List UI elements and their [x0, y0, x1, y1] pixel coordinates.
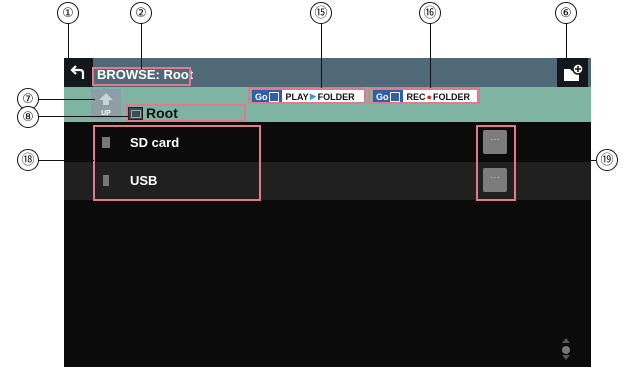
callout-15: ⑮: [310, 2, 332, 24]
play-folder-highlight: [248, 87, 366, 104]
leader-line: [68, 23, 69, 63]
callout-6: ⑥: [555, 2, 577, 24]
leader-line: [38, 160, 94, 161]
leader-line: [38, 99, 95, 100]
callout-18: ⑱: [17, 149, 39, 171]
leader-line: [38, 116, 128, 117]
breadcrumb-highlight: [126, 104, 246, 122]
leader-line: [516, 160, 596, 161]
new-folder-icon: [564, 63, 584, 81]
leader-line: [321, 24, 322, 88]
callout-1: ①: [57, 2, 79, 24]
new-folder-button[interactable]: [557, 58, 588, 87]
title-highlight: [92, 67, 191, 86]
list-highlight: [93, 125, 261, 201]
callout-8: ⑧: [17, 106, 39, 128]
leader-line: [141, 23, 142, 69]
up-folder-icon: [99, 93, 113, 105]
callout-19: ⑲: [596, 149, 618, 171]
scroll-indicator-icon[interactable]: [560, 337, 572, 361]
callout-2: ②: [130, 2, 152, 24]
rec-folder-highlight: [368, 87, 480, 104]
leader-line: [430, 24, 431, 88]
up-button[interactable]: UP: [91, 89, 121, 119]
callout-16: ⑯: [419, 2, 441, 24]
back-arrow-icon: [70, 65, 85, 79]
more-highlight: [476, 125, 516, 201]
leader-line: [566, 23, 567, 61]
